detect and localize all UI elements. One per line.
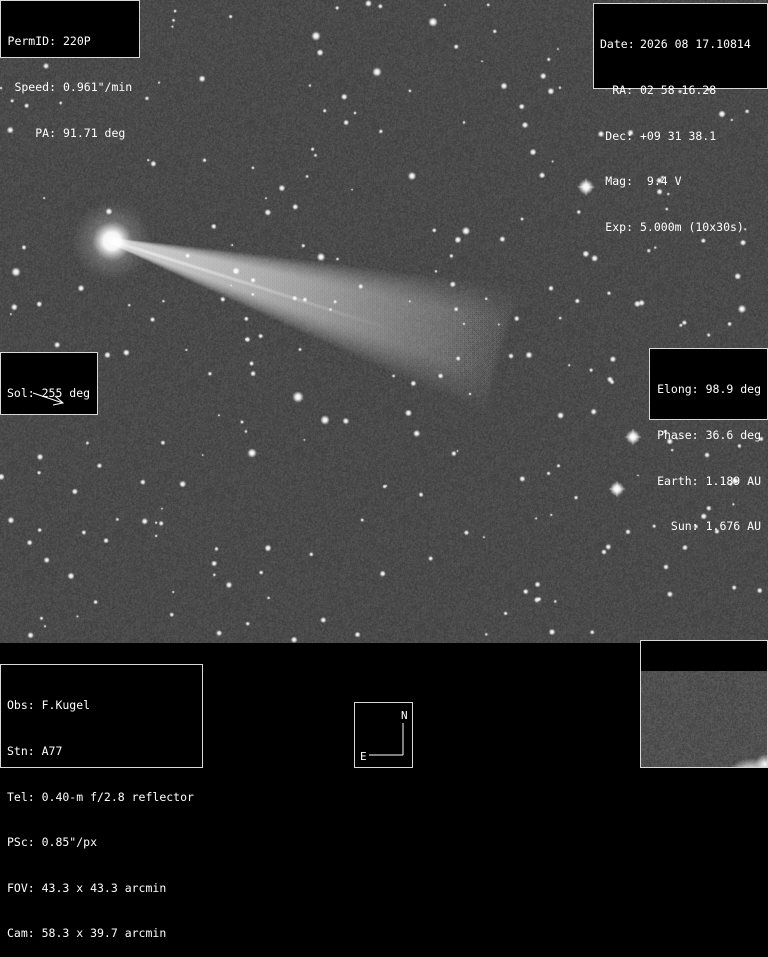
date-key: Date: [600,37,635,52]
object-info-box: PermID: 220P Speed: 0.961"/min PA: 91.71 de… [0,0,140,140]
sun-direction-arrow-icon [32,392,65,406]
mag-value: 9.4 V [640,174,682,189]
date-value: 2026 08 17.10814 [640,37,751,52]
speed-key: Speed: [14,80,56,95]
exp-key: Exp: [605,219,633,234]
phase-key: Phase: [657,428,699,443]
north-label: N [401,709,408,722]
mag-key: Mag: [605,174,633,189]
zoom-inset [640,640,768,768]
camera-line: Cam: 58.3 x 39.7 arcmin [7,926,167,941]
sun-dist-value: 1.676 AU [705,519,761,534]
observer-box: Obs: F.Kugel Stn: A77 Tel: 0.40-m f/2.8 … [0,664,203,940]
pa-key: PA: [35,125,56,140]
inset-image [641,671,767,767]
dec-key: Dec: [605,128,633,143]
fov-line: FOV: 43.3 x 43.3 arcmin [7,880,167,895]
pixel-scale-line: PSc: 0.85"/px [7,835,98,850]
elong-key: Elong: [657,382,699,397]
speed-value: 0.961"/min [63,80,133,95]
dec-value: +09 31 38.1 [640,128,717,143]
earth-key: Earth: [657,473,699,488]
east-label: E [360,750,367,763]
station-line: Stn: A77 [7,744,63,759]
sun-direction-box: Sol: 255 deg [0,352,98,415]
permid-key: PermID: [7,34,56,49]
elong-value: 98.9 deg [705,382,761,397]
ra-value: 02 58 16.28 [640,83,717,98]
phase-value: 36.6 deg [705,428,761,443]
sun-dist-key: Sun: [670,519,699,534]
exp-value: 5.000m (10x30s) [640,219,744,234]
orientation-box: N E [354,702,413,768]
permid-value: 220P [63,34,91,49]
geometry-box: Elong: 98.9 deg Phase: 36.6 deg Earth: 1.18… [649,348,768,533]
earth-value: 1.189 AU [705,473,761,488]
observer-line: Obs: F.Kugel [7,698,91,713]
telescope-line: Tel: 0.40-m f/2.8 reflector [7,789,194,804]
ra-key: RA: [612,83,633,98]
ephemeris-box: Date: 2026 08 17.10814 RA: 02 58 16.28 Dec… [593,3,768,234]
pa-value: 91.71 deg [63,125,126,140]
